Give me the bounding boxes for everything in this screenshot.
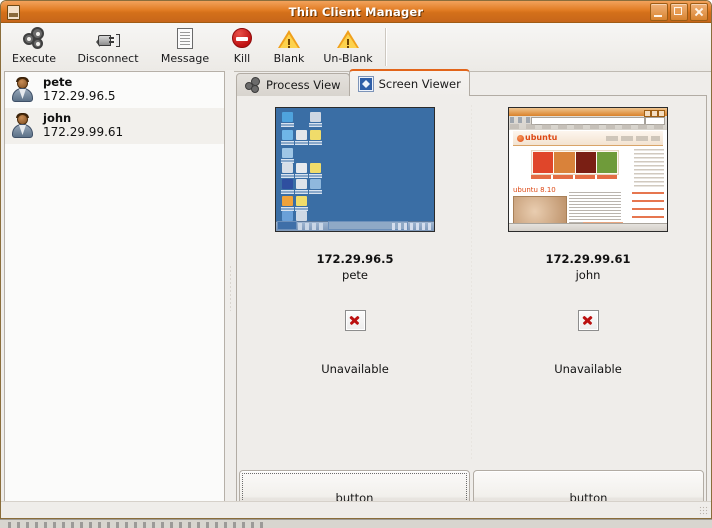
taskbar-items (8, 522, 268, 528)
toolbar-button-kill[interactable]: Kill (221, 25, 263, 65)
client-list[interactable]: pete 172.29.96.5 john 172.29.99.61 (4, 71, 225, 502)
toolbar-label-kill: Kill (233, 52, 251, 65)
user-avatar-icon (11, 77, 35, 103)
list-item[interactable]: pete 172.29.96.5 (5, 72, 224, 108)
toolbar-button-disconnect[interactable]: Disconnect (67, 25, 149, 65)
list-item-user-name: john (43, 111, 72, 126)
broken-image-icon (344, 310, 366, 331)
thin-client-manager-window: Thin Client Manager Execute Disconnect M… (0, 0, 712, 519)
maximize-icon[interactable] (670, 3, 688, 21)
toolbar-button-execute[interactable]: Execute (1, 25, 67, 65)
resize-grip-icon[interactable] (699, 506, 709, 516)
toolbar-label-un-blank: Un-Blank (323, 52, 373, 65)
main-toolbar: Execute Disconnect Message Kill Blank Un… (1, 23, 711, 72)
tab-label-process-view: Process View (266, 78, 341, 92)
windows-desktop-screenshot (276, 108, 434, 231)
client-list-pane: pete 172.29.96.5 john 172.29.99.61 (1, 70, 228, 518)
tab-strip: Process View Screen Viewer (234, 69, 707, 96)
client-status-label: Unavailable (321, 362, 389, 376)
client-status-label: Unavailable (554, 362, 622, 376)
toolbar-label-execute: Execute (12, 52, 56, 65)
warning-triangle-icon (336, 27, 360, 51)
toolbar-button-un-blank[interactable]: Un-Blank (315, 25, 381, 65)
broken-image-icon (577, 310, 599, 331)
client-screens-container: 172.29.96.5 pete Unavailable ubuntu ubun… (239, 98, 704, 466)
client-screenshot-john[interactable]: ubuntu ubuntu 8.10 (508, 107, 668, 232)
splitter-grip-icon (229, 265, 232, 311)
client-ip-label: 172.29.99.61 (545, 252, 631, 266)
tab-process-view[interactable]: Process View (236, 73, 350, 96)
gears-icon (22, 27, 46, 51)
gears-icon (245, 77, 261, 93)
main-body: pete 172.29.96.5 john 172.29.99.61 Proce… (1, 69, 711, 518)
expand-icon (357, 75, 374, 92)
status-bar (1, 501, 711, 518)
list-item[interactable]: john 172.29.99.61 (5, 108, 224, 144)
client-card-pete: 172.29.96.5 pete Unavailable (239, 98, 471, 466)
client-card-john: ubuntu ubuntu 8.10 172.29.99.61 john Una… (472, 98, 704, 466)
warning-triangle-icon (277, 27, 301, 51)
app-icon (5, 4, 21, 20)
window-controls (650, 3, 708, 21)
list-item-user-ip: 172.29.99.61 (43, 124, 124, 139)
close-icon[interactable] (690, 3, 708, 21)
list-item-user-name: pete (43, 75, 73, 90)
notebook-pane: Process View Screen Viewer 172.29.96.5 p… (234, 69, 711, 518)
no-entry-icon (230, 27, 254, 51)
document-icon (173, 27, 197, 51)
client-ip-label: 172.29.96.5 (316, 252, 394, 266)
plug-icon (96, 27, 120, 51)
user-avatar-icon (11, 113, 35, 139)
tab-label-screen-viewer: Screen Viewer (378, 76, 461, 91)
ubuntu-website-screenshot: ubuntu ubuntu 8.10 (509, 108, 667, 231)
toolbar-label-message: Message (160, 52, 210, 65)
client-user-label: john (575, 268, 601, 282)
screen-viewer-panel: 172.29.96.5 pete Unavailable ubuntu ubun… (236, 95, 707, 516)
tab-screen-viewer[interactable]: Screen Viewer (348, 69, 470, 96)
toolbar-separator (385, 28, 387, 66)
toolbar-button-message[interactable]: Message (149, 25, 221, 65)
toolbar-label-blank: Blank (273, 52, 305, 65)
title-bar[interactable]: Thin Client Manager (1, 1, 711, 23)
window-title: Thin Client Manager (288, 4, 424, 19)
list-item-user-ip: 172.29.96.5 (43, 88, 116, 103)
toolbar-label-disconnect: Disconnect (77, 52, 139, 65)
client-user-label: pete (342, 268, 368, 282)
minimize-icon[interactable] (650, 3, 668, 21)
toolbar-button-blank[interactable]: Blank (263, 25, 315, 65)
client-screenshot-pete[interactable] (275, 107, 435, 232)
